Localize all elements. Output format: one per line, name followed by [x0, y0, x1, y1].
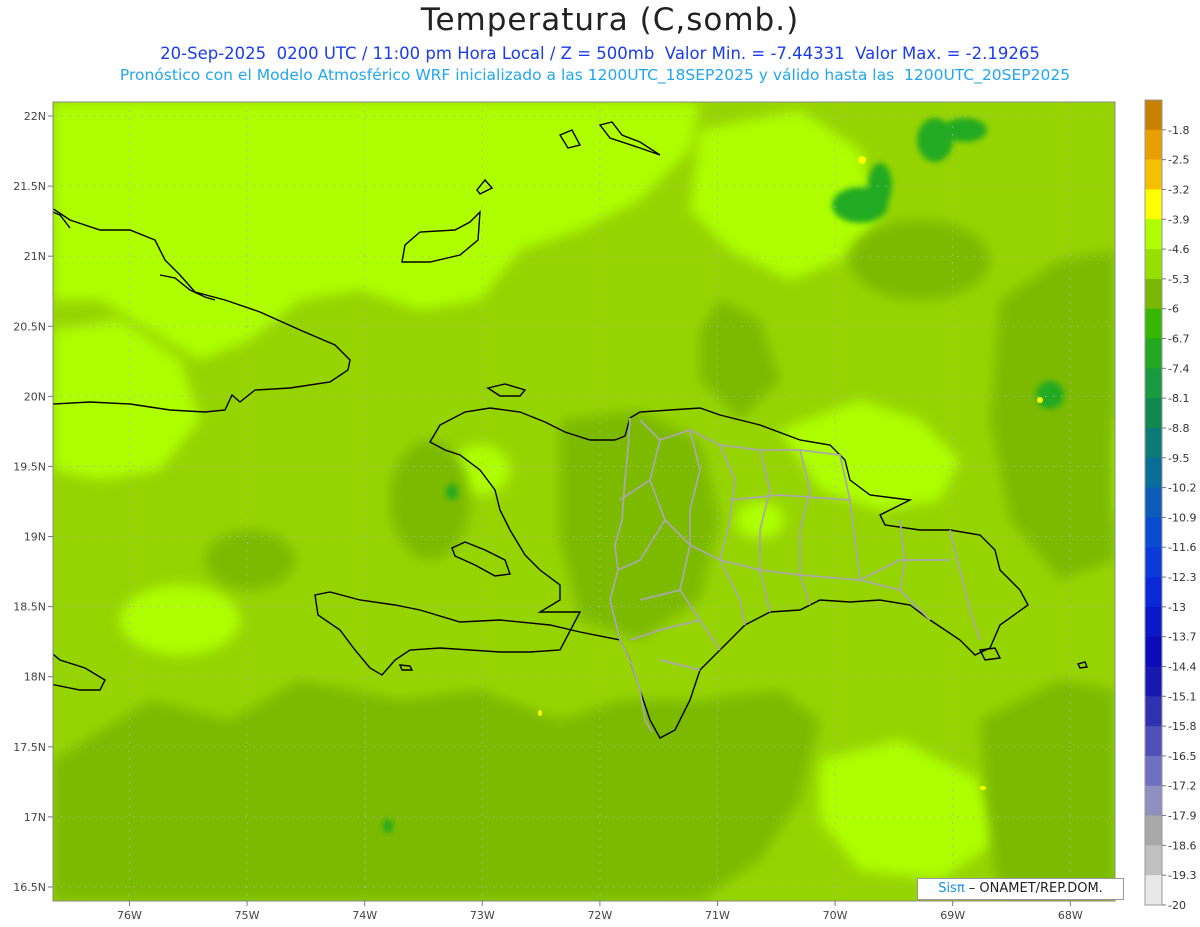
lat-tick-label: 21.5N: [13, 180, 46, 193]
colorbar-label: -15.1: [1168, 690, 1196, 703]
colorbar-label: -16.5: [1168, 750, 1196, 763]
colorbar-label: -10.2: [1168, 482, 1196, 495]
sispi-logo: Sisπ: [938, 881, 965, 896]
colorbar-swatch: [1145, 100, 1162, 131]
colorbar-swatch: [1145, 785, 1162, 817]
colorbar-label: -8.1: [1168, 392, 1189, 405]
lon-tick-label: 69W: [940, 909, 965, 922]
lat-tick-label: 17.5N: [13, 741, 46, 754]
colorbar-swatch: [1145, 636, 1162, 667]
colorbar: -1.8 -2.5 -3.2 -3.9 -4.6 -5.3 -6 -6.7 -7.4 -8.1 -8…: [1144, 99, 1196, 912]
colorbar-swatch: [1145, 606, 1162, 638]
colorbar-label: -6: [1168, 303, 1179, 316]
longitude-axis: 76W 75W 74W 73W 72W 71W 70W 69W 68W: [117, 901, 1083, 922]
colorbar-swatch: [1145, 666, 1162, 697]
cool-spot-north-coast: [390, 440, 470, 560]
colorbar-label: -7.4: [1168, 362, 1189, 375]
cold-spot-4: [943, 118, 987, 142]
colorbar-label: -4.6: [1168, 243, 1189, 256]
colorbar-swatch: [1145, 308, 1162, 340]
colorbar-label: -12.3: [1168, 571, 1196, 584]
colorbar-swatch: [1145, 696, 1162, 727]
colorbar-swatch: [1145, 159, 1162, 190]
latitude-axis: 22N 21.5N 21N 20.5N 20N 19.5N 19N 18.5N 18N 17.5N…: [13, 110, 53, 894]
colorbar-swatch: [1145, 219, 1162, 250]
colorbar-swatch: [1145, 547, 1162, 578]
credit-org: – ONAMET/REP.DOM.: [964, 881, 1103, 896]
lon-tick-label: 73W: [470, 909, 495, 922]
lon-tick-label: 68W: [1058, 909, 1083, 922]
colorbar-swatch: [1145, 815, 1162, 846]
colorbar-label: -13.7: [1168, 631, 1196, 644]
cold-spot-6: [446, 484, 458, 500]
colorbar-label: -9.5: [1168, 452, 1189, 465]
colorbar-swatch: [1145, 726, 1162, 757]
lat-tick-label: 18N: [24, 671, 46, 684]
credit-box: Sisπ – ONAMET/REP.DOM.: [917, 878, 1124, 900]
colorbar-label: -2.5: [1168, 154, 1189, 167]
colorbar-swatch: [1145, 278, 1162, 310]
lat-tick-label: 17N: [24, 811, 46, 824]
colorbar-swatch: [1145, 129, 1162, 161]
colorbar-label: -15.8: [1168, 720, 1196, 733]
lat-tick-label: 19.5N: [13, 460, 46, 473]
colorbar-label: -18.6: [1168, 839, 1196, 852]
colorbar-label: -19.3: [1168, 869, 1196, 882]
lat-tick-label: 19N: [24, 531, 46, 544]
hot-spot-1: [858, 156, 866, 164]
cool-spot-northeast: [850, 220, 990, 300]
cold-spot-7: [383, 819, 393, 833]
colorbar-label: -14.4: [1168, 660, 1196, 673]
lon-tick-label: 74W: [352, 909, 377, 922]
colorbar-swatch: [1145, 845, 1162, 876]
lat-tick-label: 16.5N: [13, 881, 46, 894]
temperature-field: [53, 102, 1115, 901]
colorbar-swatch: [1145, 457, 1162, 489]
colorbar-label: -13: [1168, 601, 1186, 614]
hot-spot-2: [1037, 397, 1043, 403]
hot-spot-4: [980, 786, 986, 790]
warm-spot-west-shelf: [120, 585, 240, 655]
cool-region-south: [53, 680, 820, 901]
temperature-map[interactable]: 22N 21.5N 21N 20.5N 20N 19.5N 19N 18.5N 18N 17.5N…: [0, 0, 1200, 927]
colorbar-label: -3.9: [1168, 213, 1189, 226]
colorbar-swatch: [1145, 517, 1162, 548]
colorbar-label: -17.2: [1168, 780, 1196, 793]
colorbar-label: -1.8: [1168, 124, 1189, 137]
colorbar-label: -17.9: [1168, 810, 1196, 823]
colorbar-swatch: [1145, 875, 1162, 906]
cold-spot-2: [868, 163, 892, 207]
colorbar-label: -11.6: [1168, 541, 1196, 554]
colorbar-label: -20: [1168, 899, 1186, 912]
colorbar-label: -8.8: [1168, 422, 1189, 435]
lon-tick-label: 75W: [235, 909, 260, 922]
colorbar-swatch: [1145, 487, 1162, 518]
lat-tick-label: 20.5N: [13, 320, 46, 333]
lon-tick-label: 71W: [705, 909, 730, 922]
lon-tick-label: 72W: [587, 909, 612, 922]
colorbar-label: -5.3: [1168, 273, 1189, 286]
colorbar-swatch: [1145, 577, 1162, 608]
colorbar-label: -6.7: [1168, 333, 1189, 346]
colorbar-swatch: [1145, 755, 1162, 787]
colorbar-swatch: [1145, 249, 1162, 280]
colorbar-swatch: [1145, 368, 1162, 399]
lon-tick-label: 70W: [823, 909, 848, 922]
colorbar-label: -3.2: [1168, 183, 1189, 196]
hot-spot-3: [538, 710, 542, 716]
lon-tick-label: 76W: [117, 909, 142, 922]
lat-tick-label: 20N: [24, 390, 46, 403]
colorbar-swatch: [1145, 398, 1162, 429]
colorbar-label: -10.9: [1168, 511, 1196, 524]
cool-region-southeast: [980, 680, 1115, 901]
lat-tick-label: 21N: [24, 250, 46, 263]
colorbar-swatch: [1145, 338, 1162, 369]
lat-tick-label: 22N: [24, 110, 46, 123]
cool-spot-southwest: [205, 530, 295, 590]
colorbar-swatch: [1145, 189, 1162, 220]
colorbar-swatch: [1145, 427, 1162, 459]
lat-tick-label: 18.5N: [13, 601, 46, 614]
cold-spot-5: [1036, 381, 1064, 409]
